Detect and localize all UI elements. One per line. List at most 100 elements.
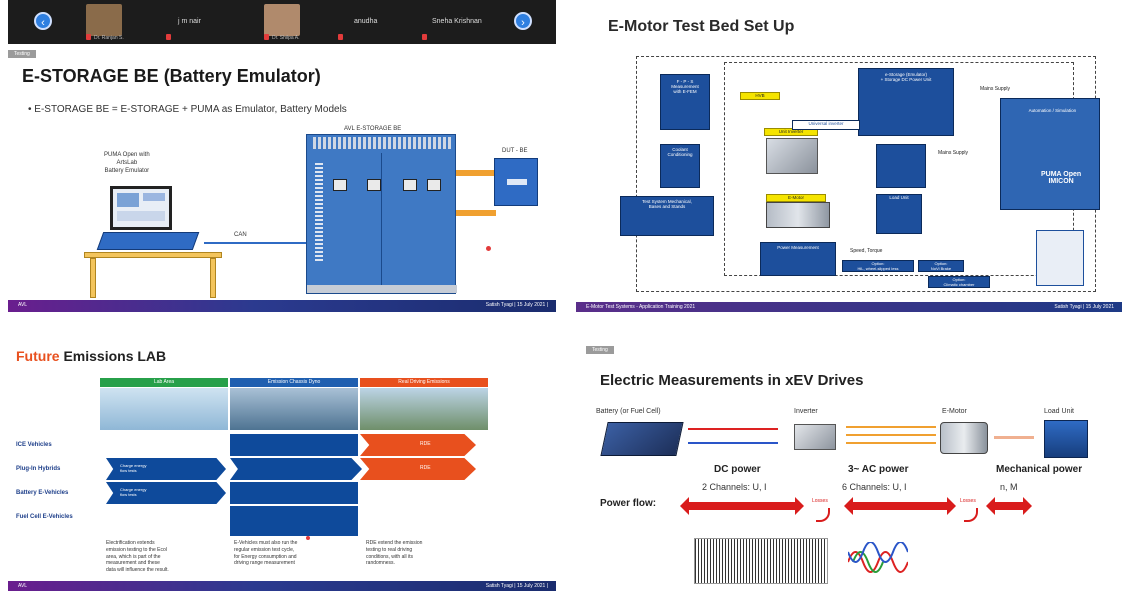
load-unit-image <box>1044 420 1088 458</box>
ac-line <box>846 426 936 428</box>
ac-flow-arrow <box>844 497 956 515</box>
puma-label: PUMA Open with ArtsLab Battery Emulator <box>104 152 150 174</box>
losses-arrow <box>964 508 978 522</box>
option-hil: Option: HiL, wheel-slipped less <box>842 260 914 272</box>
dc-signal-plot <box>694 538 828 584</box>
pointer-dot <box>486 246 491 251</box>
participant-tile[interactable]: anudha <box>338 4 398 40</box>
slide-electric-measurements: Testing Electric Measurements in xEV Dri… <box>576 342 1122 591</box>
note-rde: RDE extend the emission testing to real … <box>366 540 423 567</box>
header-rde: Real Driving Emissions <box>360 378 488 387</box>
emotor-image <box>940 422 988 454</box>
dc-line-minus <box>688 442 778 444</box>
ac-waveform-plot <box>848 542 908 573</box>
ice-rde-cell: RDE <box>360 434 476 456</box>
slide-title: E-Motor Test Bed Set Up <box>608 18 795 35</box>
losses-label: Losses <box>960 498 976 504</box>
option-climatic: Option: Climatic chamber <box>928 276 990 288</box>
estorage-block: e-Storage (Emulator) + Storage DC Power … <box>858 68 954 136</box>
section-tag: Testing <box>586 346 614 354</box>
ice-chassis-cell <box>230 434 358 456</box>
participant-tile[interactable]: j m nair <box>166 4 226 40</box>
test-system-block: Test System Mechanical, Bases and Stands <box>620 196 714 236</box>
keyboard <box>96 232 200 250</box>
can-label: CAN <box>234 232 247 238</box>
next-participants-button[interactable]: › <box>514 12 532 30</box>
bev-chassis-cell <box>230 482 358 504</box>
emotor-label: E-Motor <box>942 408 967 415</box>
ac-line <box>846 442 936 444</box>
dut-label: DUT - BE <box>502 148 528 154</box>
estorage-cabinet <box>306 134 457 294</box>
inverter-cabinet-block <box>876 144 926 188</box>
slide-estorage: ‹ Dr. Ranjan S. j m nair Dr. Shilpa A. a… <box>8 0 556 312</box>
avatar <box>86 4 122 36</box>
participant-tile[interactable]: Dr. Shilpa A. <box>264 4 324 41</box>
mains-supply-label: Mains Supply <box>980 86 1011 92</box>
mechanical-power-label: Mechanical power <box>996 464 1083 475</box>
dc-power-label: DC power <box>714 464 761 475</box>
header-chassis-dyno: Emission Chassis Dyno <box>230 378 358 387</box>
mic-muted-icon <box>264 34 269 40</box>
rde-photo <box>360 388 488 430</box>
desk-leg <box>90 258 96 298</box>
slide-footer: E-Motor Test Systems - Application Train… <box>576 302 1122 312</box>
inverter-image <box>766 138 818 174</box>
power-flow-label: Power flow: <box>600 498 657 509</box>
mic-muted-icon <box>86 34 91 40</box>
ac-line <box>846 434 936 436</box>
fcev-chassis-cell <box>230 506 358 536</box>
mic-muted-icon <box>166 34 171 40</box>
slide-title: Future Emissions LAB <box>16 348 167 364</box>
cabinet-label: AVL E-STORAGE BE <box>344 126 402 132</box>
slide-emotor-testbed: E-Motor Test Bed Set Up F - P - S Measur… <box>576 4 1122 312</box>
lab-area-photo <box>100 388 228 430</box>
shaft-line <box>994 436 1034 439</box>
dc-line-plus <box>688 428 778 430</box>
ac-power-label: 3~ AC power <box>848 464 909 475</box>
bev-lab-cell: Charge energy flow tests <box>106 482 226 504</box>
power-connection <box>456 210 496 216</box>
slide-footer: AVL Satish Tyagi | 15 July 2021 | <box>8 581 556 591</box>
power-connection <box>456 170 496 176</box>
mech-channels-label: n, M <box>1000 482 1018 492</box>
load-unit-label: Load Unit <box>1044 408 1074 415</box>
mains-supply-label: Mains Supply <box>938 150 969 156</box>
can-line <box>204 242 306 244</box>
coolant-conditioning-block: Coolant Conditioning <box>660 144 700 188</box>
power-measurement-block: Power Measurement <box>760 242 836 276</box>
row-ice: ICE Vehicles <box>16 442 52 448</box>
participant-tile[interactable]: Sneha Krishnan <box>422 4 502 40</box>
prev-participants-button[interactable]: ‹ <box>34 12 52 30</box>
desk-leg <box>210 258 216 298</box>
emotor-image <box>766 202 830 228</box>
chassis-dyno-photo <box>230 388 358 430</box>
simulator-block: Automation / Simulation PUMA Open IMICON <box>1000 98 1100 210</box>
bullet-text: • E-STORAGE BE = E-STORAGE + PUMA as Emu… <box>28 104 347 115</box>
note-chassis-dyno: E-Vehicles must also run the regular emi… <box>234 540 298 567</box>
header-lab-area: Lab Area <box>100 378 228 387</box>
dut-box <box>494 158 538 206</box>
ac-channels-label: 6 Channels: U, I <box>842 482 907 492</box>
participants-strip: ‹ Dr. Ranjan S. j m nair Dr. Shilpa A. a… <box>8 0 556 44</box>
slide-footer: AVL Satish Tyagi | 15 July 2021 | <box>8 300 556 312</box>
losses-arrow <box>816 508 830 522</box>
mech-flow-arrow <box>986 497 1032 515</box>
row-fcev: Fuel Cell E-Vehicles <box>16 514 73 520</box>
note-lab-area: Electrification extends emission testing… <box>106 540 169 573</box>
participant-tile[interactable]: Dr. Ranjan S. <box>86 4 146 41</box>
slide-title: Electric Measurements in xEV Drives <box>600 372 864 389</box>
pc-screen-block <box>1036 230 1084 286</box>
universal-inverter-label: Universal inverter <box>792 120 860 130</box>
row-bev: Battery E-Vehicles <box>16 490 69 496</box>
slide-future-emissions: Future Emissions LAB Lab Area Emission C… <box>8 338 556 591</box>
monitor <box>110 186 172 230</box>
speed-torque-label: Speed, Torque <box>850 248 883 254</box>
mic-muted-icon <box>422 34 427 40</box>
emotor-label: E-Motor <box>766 194 826 202</box>
inverter-image <box>794 424 836 450</box>
losses-label: Losses <box>812 498 828 504</box>
slide-title: E-STORAGE BE (Battery Emulator) <box>22 66 321 86</box>
dc-flow-arrow <box>680 497 804 515</box>
section-tag: Testing <box>8 50 36 58</box>
